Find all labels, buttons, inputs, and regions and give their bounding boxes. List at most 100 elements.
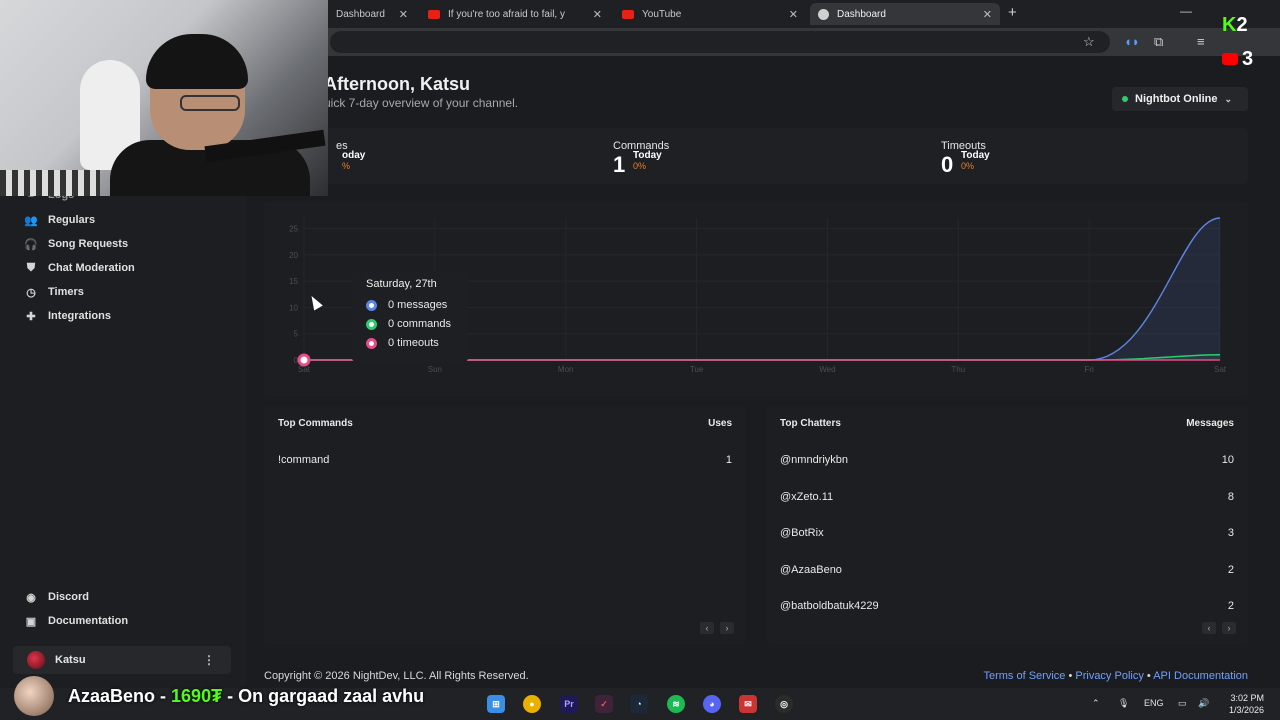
- bookmark-star-icon[interactable]: ☆: [1083, 34, 1095, 50]
- tooltip-row-messages: 0 messages: [366, 299, 447, 311]
- tab-youtube[interactable]: YouTube ✕: [614, 3, 806, 25]
- clock-date: 1/3/2026: [1228, 705, 1264, 715]
- sidebar-item-label: Discord: [48, 591, 89, 603]
- close-tab-icon[interactable]: ✕: [789, 8, 798, 21]
- pagination: ‹ ›: [700, 622, 734, 634]
- terms-link[interactable]: Terms of Service: [983, 670, 1065, 682]
- youtube-icon: [622, 9, 634, 19]
- premiere-icon[interactable]: Pr: [560, 695, 578, 713]
- user-menu[interactable]: Katsu ⋮: [13, 646, 231, 674]
- sidebar-item-documentation[interactable]: ▣ Documentation: [24, 614, 128, 628]
- windows-icon[interactable]: ⊞: [487, 695, 505, 713]
- discord-icon[interactable]: ◕: [703, 695, 721, 713]
- y-tick-label: 20: [289, 251, 298, 260]
- table-row-value: 2: [1227, 600, 1234, 612]
- address-bar[interactable]: [330, 31, 1110, 53]
- table-column-header: Messages: [1186, 418, 1234, 429]
- top-chatters-table: Top Chatters Messages @nmndriykbn 10 @xZet…: [766, 406, 1248, 644]
- alert-message: - On gargaad zaal avhu: [222, 685, 425, 706]
- language-indicator[interactable]: ENG: [1144, 698, 1164, 708]
- table-row-name: !command: [278, 454, 330, 466]
- x-tick-label: Wed: [819, 365, 835, 374]
- y-tick-label: 5: [294, 330, 299, 339]
- stat-today: Today: [961, 150, 990, 161]
- table-title: Top Commands: [278, 418, 353, 429]
- spotify-icon[interactable]: ≋: [667, 695, 685, 713]
- y-tick-label: 15: [289, 277, 298, 286]
- kick-viewer-count: K2: [1222, 14, 1274, 36]
- chrome-icon[interactable]: ●: [523, 695, 541, 713]
- sidebar-item-label: Song Requests: [48, 238, 129, 250]
- tab-dashboard-active[interactable]: Dashboard ✕: [810, 3, 1000, 25]
- commands-legend-icon: [366, 318, 377, 330]
- next-page-icon[interactable]: ›: [1222, 622, 1236, 634]
- table-row-name: @nmndriykbn: [780, 454, 849, 466]
- media-queue-icon[interactable]: ≡: [1197, 34, 1205, 49]
- timeouts-legend-icon: [366, 337, 377, 349]
- more-options-icon[interactable]: ⋮: [203, 653, 215, 667]
- x-tick-label: Mon: [558, 365, 574, 374]
- microphone-icon[interactable]: 🎙: [1118, 698, 1129, 709]
- tooltip-text: 0 messages: [388, 299, 448, 311]
- close-tab-icon[interactable]: ✕: [593, 8, 602, 21]
- clock-time: 3:02 PM: [1230, 693, 1264, 703]
- obs-icon[interactable]: ◎: [775, 695, 793, 713]
- sidebar-item-chat-moderation[interactable]: ⛊ Chat Moderation: [24, 261, 135, 275]
- table-row-name: @batboldbatuk4229: [780, 600, 879, 612]
- sidebar-item-regulars[interactable]: 👥 Regulars: [24, 213, 95, 227]
- separator: •: [1068, 670, 1073, 682]
- steam-icon[interactable]: ◔: [630, 695, 648, 713]
- clock[interactable]: 3:02 PM 1/3/2026: [1229, 692, 1264, 716]
- stat-pct: 0%: [633, 161, 647, 171]
- sidebar-item-label: Integrations: [48, 310, 111, 322]
- tab-dashboard-1[interactable]: Dashboard ✕: [328, 3, 416, 25]
- screen: Dashboard ✕ If you're too afraid to fail…: [0, 0, 1280, 720]
- tooltip-row-timeouts: 0 timeouts: [366, 337, 439, 349]
- close-tab-icon[interactable]: ✕: [983, 8, 992, 21]
- extension-audio-icon[interactable]: ◖◗: [1124, 34, 1140, 49]
- sidebar-item-integrations[interactable]: ✚ Integrations: [24, 309, 111, 323]
- pagination: ‹ ›: [1202, 622, 1236, 634]
- next-page-icon[interactable]: ›: [720, 622, 734, 634]
- tooltip-title: Saturday, 27th: [366, 278, 437, 290]
- sidebar-item-song-requests[interactable]: 🎧 Song Requests: [24, 237, 128, 251]
- close-tab-icon[interactable]: ✕: [399, 8, 408, 21]
- table-column-header: Uses: [708, 418, 732, 429]
- tray-chevron-icon[interactable]: ⌃: [1092, 698, 1100, 709]
- sidebar-item-discord[interactable]: ◉ Discord: [24, 590, 89, 604]
- minimize-icon[interactable]: —: [1180, 4, 1192, 18]
- mail-icon[interactable]: ✉: [739, 695, 757, 713]
- chart-tooltip: Saturday, 27th 0 messages 0 commands 0 t…: [352, 272, 468, 362]
- sidebar-item-label: Chat Moderation: [48, 262, 135, 274]
- api-docs-link[interactable]: API Documentation: [1153, 670, 1248, 682]
- sidebar-item-timers[interactable]: ◷ Timers: [24, 285, 84, 299]
- table-row-value: 1: [725, 454, 732, 466]
- extensions-puzzle-icon[interactable]: ⧉: [1154, 34, 1163, 50]
- footer-links: Terms of Service • Privacy Policy • API …: [983, 670, 1248, 682]
- kick-icon: K: [1222, 14, 1237, 36]
- stat-value: 1: [613, 152, 626, 177]
- nightbot-status-button[interactable]: Nightbot Online ⌄: [1112, 87, 1248, 111]
- tab-youtube-video[interactable]: If you're too afraid to fail, y ✕: [420, 3, 610, 25]
- table-title: Top Chatters: [780, 418, 841, 429]
- x-tick-label: Thu: [951, 365, 965, 374]
- table-row-value: 2: [1227, 563, 1234, 576]
- puzzle-icon: ✚: [26, 310, 36, 323]
- prev-page-icon[interactable]: ‹: [700, 622, 714, 634]
- page-title: Afternoon, Katsu: [324, 74, 470, 94]
- privacy-link[interactable]: Privacy Policy: [1075, 670, 1143, 682]
- tooltip-text: 0 commands: [388, 318, 451, 330]
- volume-icon[interactable]: 🔊: [1198, 698, 1209, 709]
- user-name: Katsu: [55, 654, 86, 666]
- messages-legend-icon: [366, 299, 377, 311]
- stat-pct: 0%: [961, 161, 975, 171]
- main-content: Afternoon, Katsu uick 7-day overview of …: [246, 56, 1268, 688]
- network-icon[interactable]: ▭: [1178, 698, 1187, 709]
- stat-timeouts: Timeouts 0 Today 0%: [941, 140, 990, 177]
- app-icon[interactable]: ✓: [595, 695, 613, 713]
- x-tick-label: Fri: [1084, 365, 1094, 374]
- online-status-icon: [1122, 96, 1128, 102]
- prev-page-icon[interactable]: ‹: [1202, 622, 1216, 634]
- sidebar-item-label: Documentation: [48, 615, 129, 627]
- new-tab-button[interactable]: +: [1008, 4, 1017, 21]
